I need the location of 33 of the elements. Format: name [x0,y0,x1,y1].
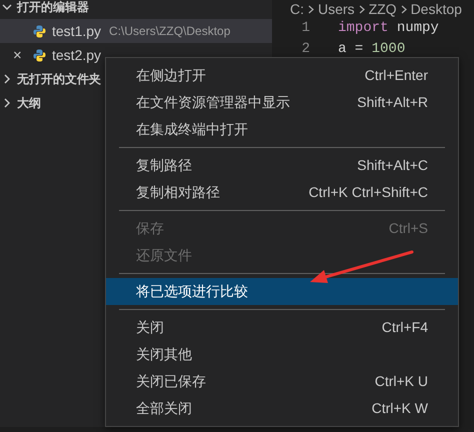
breadcrumb[interactable]: Desktop [410,0,462,20]
chevron-right-icon[interactable] [2,98,12,108]
chevron-right-icon[interactable] [2,74,12,84]
section-header[interactable]: 大纲 [17,94,41,112]
breadcrumb[interactable]: Users [318,0,355,20]
menu-item[interactable]: 在集成终端中打开 [106,116,458,143]
chevron-right-icon [400,4,407,14]
menu-item[interactable]: 关闭已保存 Ctrl+K U [106,368,458,395]
menu-item[interactable]: 将已选项进行比较 [106,278,458,305]
menu-item[interactable]: 复制路径 Shift+Alt+C [106,152,458,179]
code-line: import numpy [338,19,439,38]
editor-list-item[interactable]: test1.py C:\Users\ZZQ\Desktop [0,19,272,43]
file-path: C:\Users\ZZQ\Desktop [109,23,230,40]
menu-item[interactable]: 全部关闭 Ctrl+K W [106,395,458,422]
python-file-icon [33,48,46,62]
menu-item[interactable]: 复制相对路径 Ctrl+K Ctrl+Shift+C [106,179,458,206]
breadcrumb[interactable]: ZZQ [368,0,397,20]
section-header[interactable]: 无打开的文件夹 [17,70,101,88]
file-name: test2.py [52,46,102,65]
chevron-right-icon [358,4,365,14]
close-icon[interactable]: × [13,48,27,62]
chevron-right-icon [308,4,314,14]
breadcrumb[interactable]: C: [290,0,304,20]
line-number: 1 [300,19,310,38]
chevron-down-icon[interactable] [2,2,12,12]
line-number: 2 [300,40,310,59]
menu-item[interactable]: 关闭 Ctrl+F4 [106,314,458,341]
code-line: a = 1000 [338,40,406,59]
section-header[interactable]: 打开的编辑器 [17,0,89,16]
menu-item[interactable]: 关闭其他 [106,341,458,368]
menu-item[interactable]: 在文件资源管理器中显示 Shift+Alt+R [106,89,458,116]
file-name: test1.py [52,22,102,41]
python-file-icon [33,24,46,38]
